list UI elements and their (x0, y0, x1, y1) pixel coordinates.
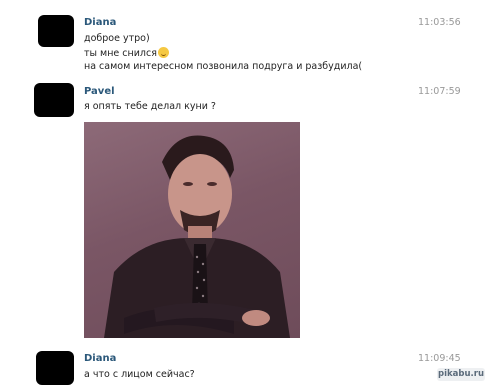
sender-name[interactable]: Diana (84, 17, 116, 28)
avatar[interactable] (36, 351, 74, 385)
photo-illustration (104, 135, 290, 338)
smiling-face-icon (157, 47, 169, 58)
avatar[interactable] (38, 15, 74, 47)
message-time: 11:07:59 (418, 86, 461, 97)
message-text: ты мне снился (84, 48, 157, 59)
sender-name[interactable]: Diana (84, 353, 116, 364)
message-text-with-emoji: ты мне снился (84, 47, 169, 59)
message-text: я опять тебе делал куни ? (84, 101, 216, 112)
message-time: 11:03:56 (418, 17, 461, 28)
message-text: на самом интересном позвонила подруга и … (84, 61, 363, 72)
message-text: а что с лицом сейчас? (84, 369, 195, 380)
attached-photo[interactable] (84, 122, 300, 338)
message-text: доброе утро) (84, 33, 150, 44)
sender-name[interactable]: Pavel (84, 86, 115, 97)
avatar[interactable] (34, 83, 74, 117)
message-time: 11:09:45 (418, 353, 461, 364)
pikabu-watermark: pikabu.ru (437, 368, 485, 381)
